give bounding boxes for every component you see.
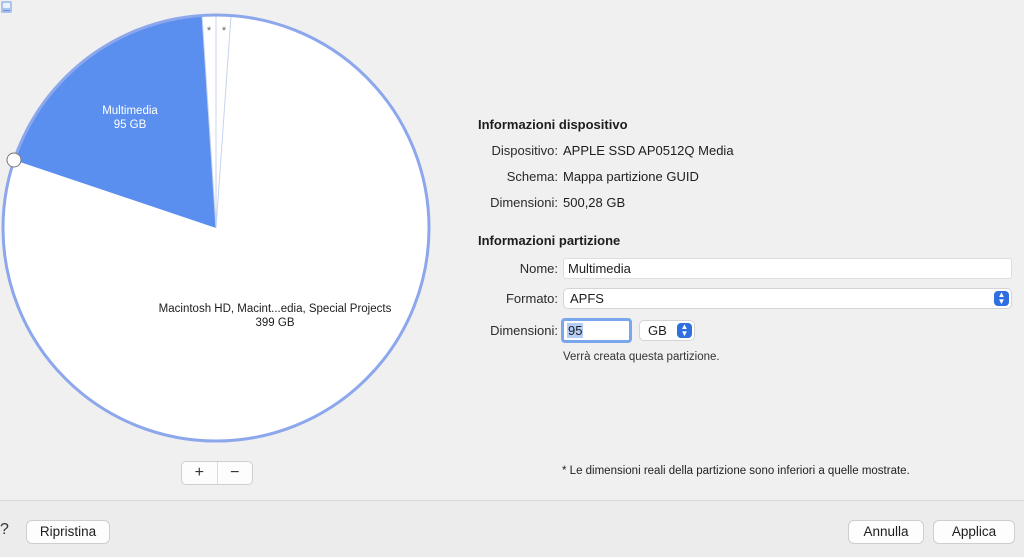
format-select[interactable]: APFS ▲ ▼ [563,288,1012,309]
partition-info-title: Informazioni partizione [478,233,621,248]
name-row: Nome: Multimedia [478,258,1018,280]
chevron-updown-icon: ▲ ▼ [994,291,1009,306]
remove-partition-button[interactable]: − [216,462,253,484]
add-partition-button[interactable]: + [182,462,217,484]
macintosh-size: 399 GB [255,317,295,329]
macintosh-name: Macintosh HD, Macint...edia, Special Pro… [158,303,392,315]
partition-editor: * * Multimedia 95 GB Macintosh HD, Macin… [0,0,1024,500]
format-row: Formato: APFS ▲ ▼ [478,288,1018,310]
footnote: * Le dimensioni reali della partizione s… [562,465,910,477]
multimedia-slice-label: Multimedia 95 GB [80,104,180,132]
multimedia-name: Multimedia [102,105,158,117]
partition-size-value: 95 [567,323,584,338]
partition-name-field[interactable]: Multimedia [563,258,1012,279]
size-label: Dimensioni: [490,323,558,338]
help-button[interactable]: ? [0,521,9,539]
device-info-title: Informazioni dispositivo [478,117,628,132]
device-label: Dispositivo: [491,143,558,158]
device-size-label: Dimensioni: [490,195,558,210]
name-label: Nome: [519,261,558,276]
small-partition-mark: * [222,25,227,37]
partition-note: Verrà creata questa partizione. [563,351,720,363]
format-value: APFS [570,291,604,306]
format-label: Formato: [505,291,558,306]
chevron-updown-icon: ▲ ▼ [677,323,692,338]
partition-pie-chart: * * Multimedia 95 GB Macintosh HD, Macin… [0,0,440,450]
volume-icon [1,1,12,13]
device-row: Dispositivo: APPLE SSD AP0512Q Media [478,140,1018,162]
scheme-value: Mappa partizione GUID [563,169,699,184]
partition-size-field[interactable]: 95 [561,318,632,343]
scheme-row: Schema: Mappa partizione GUID [478,166,1018,188]
size-row: Dimensioni: 95 GB ▲ ▼ [478,318,1018,343]
device-size-value: 500,28 GB [563,195,626,210]
apply-button[interactable]: Applica [933,520,1015,544]
device-value: APPLE SSD AP0512Q Media [563,143,734,158]
multimedia-size: 95 GB [113,119,147,131]
scheme-label: Schema: [506,169,558,184]
add-remove-control: + − [181,461,253,485]
cancel-button[interactable]: Annulla [848,520,924,544]
small-partition-mark: * [207,25,212,37]
macintosh-slice-label: Macintosh HD, Macint...edia, Special Pro… [140,302,410,330]
unit-value: GB [648,323,667,338]
resize-handle[interactable] [6,152,22,168]
unit-select[interactable]: GB ▲ ▼ [639,320,695,341]
reset-button[interactable]: Ripristina [26,520,110,544]
device-size-row: Dimensioni: 500,28 GB [478,192,1018,214]
